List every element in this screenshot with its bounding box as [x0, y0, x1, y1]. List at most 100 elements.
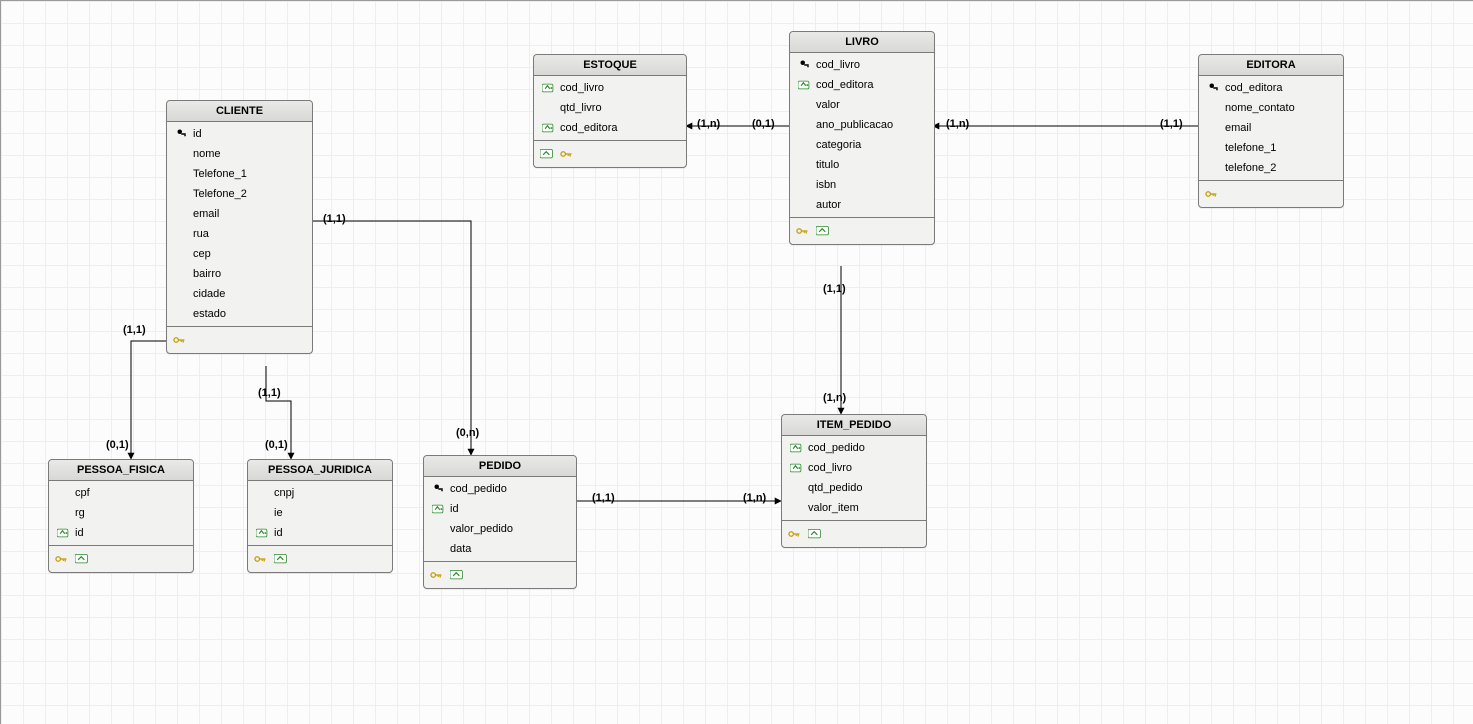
table-icon — [274, 552, 288, 566]
attribute-row[interactable]: ano_publicacao — [790, 115, 934, 135]
table-icon — [808, 527, 822, 541]
foreign-key-icon — [790, 461, 804, 475]
attribute-row[interactable]: email — [167, 204, 312, 224]
attribute-row[interactable]: cidade — [167, 284, 312, 304]
blank-icon — [256, 506, 270, 520]
blank-icon — [175, 247, 189, 261]
blank-icon — [175, 267, 189, 281]
attr-list: cpfrgid — [49, 481, 193, 545]
entity-pessoa-fisica[interactable]: PESSOA_FISICA cpfrgid — [48, 459, 194, 573]
attribute-label: cod_livro — [560, 81, 604, 95]
attribute-row[interactable]: cod_editora — [1199, 78, 1343, 98]
attr-list: cod_pedido cod_livroqtd_pedido valor_item — [782, 436, 926, 520]
attribute-label: email — [193, 207, 219, 221]
attribute-row[interactable]: cod_pedido — [424, 479, 576, 499]
attribute-row[interactable]: nome — [167, 144, 312, 164]
attribute-row[interactable]: Telefone_1 — [167, 164, 312, 184]
attribute-row[interactable]: id — [49, 523, 193, 543]
attribute-row[interactable]: categoria — [790, 135, 934, 155]
attribute-row[interactable]: rg — [49, 503, 193, 523]
attribute-label: telefone_1 — [1225, 141, 1276, 155]
attribute-row[interactable]: telefone_1 — [1199, 138, 1343, 158]
cardinality-label: (1,n) — [821, 392, 848, 404]
key-icon — [55, 552, 69, 566]
attribute-row[interactable]: bairro — [167, 264, 312, 284]
attribute-label: valor_pedido — [450, 522, 513, 536]
blank-icon — [798, 138, 812, 152]
key-icon — [1205, 187, 1219, 201]
attribute-row[interactable]: valor — [790, 95, 934, 115]
diagram-canvas[interactable]: CLIENTE idnomeTelefone_1Telefone_2emailr… — [0, 0, 1473, 724]
attribute-label: ie — [274, 506, 283, 520]
entity-cliente[interactable]: CLIENTE idnomeTelefone_1Telefone_2emailr… — [166, 100, 313, 354]
attribute-label: id — [193, 127, 202, 141]
attribute-label: cod_pedido — [808, 441, 865, 455]
attribute-label: id — [274, 526, 283, 540]
entity-footer — [1199, 180, 1343, 207]
blank-icon — [1207, 101, 1221, 115]
attribute-row[interactable]: cod_editora — [534, 118, 686, 138]
attribute-row[interactable]: nome_contato — [1199, 98, 1343, 118]
blank-icon — [790, 481, 804, 495]
attribute-label: cod_pedido — [450, 482, 507, 496]
blank-icon — [57, 506, 71, 520]
primary-key-icon — [798, 58, 812, 72]
attribute-row[interactable]: cod_livro — [534, 78, 686, 98]
cardinality-label: (1,n) — [944, 118, 971, 130]
attribute-row[interactable]: email — [1199, 118, 1343, 138]
cardinality-label: (1,1) — [321, 213, 348, 225]
attribute-label: titulo — [816, 158, 839, 172]
blank-icon — [175, 147, 189, 161]
attribute-row[interactable]: ie — [248, 503, 392, 523]
attribute-row[interactable]: qtd_pedido — [782, 478, 926, 498]
attribute-row[interactable]: cpf — [49, 483, 193, 503]
foreign-key-icon — [790, 441, 804, 455]
entity-estoque[interactable]: ESTOQUE cod_livro qtd_livro cod_editora — [533, 54, 687, 168]
attribute-row[interactable]: cep — [167, 244, 312, 264]
attribute-row[interactable]: titulo — [790, 155, 934, 175]
attribute-row[interactable]: rua — [167, 224, 312, 244]
attribute-row[interactable]: Telefone_2 — [167, 184, 312, 204]
attribute-row[interactable]: id — [167, 124, 312, 144]
blank-icon — [175, 307, 189, 321]
attribute-label: valor — [816, 98, 840, 112]
attribute-label: autor — [816, 198, 841, 212]
blank-icon — [542, 101, 556, 115]
attribute-row[interactable]: id — [424, 499, 576, 519]
attribute-row[interactable]: cnpj — [248, 483, 392, 503]
attribute-row[interactable]: cod_pedido — [782, 438, 926, 458]
primary-key-icon — [1207, 81, 1221, 95]
attribute-label: qtd_livro — [560, 101, 602, 115]
attribute-row[interactable]: id — [248, 523, 392, 543]
attribute-row[interactable]: cod_editora — [790, 75, 934, 95]
attribute-row[interactable]: qtd_livro — [534, 98, 686, 118]
entity-pedido[interactable]: PEDIDO cod_pedidoidvalor_pedidodata — [423, 455, 577, 589]
attribute-row[interactable]: cod_livro — [782, 458, 926, 478]
attribute-label: rua — [193, 227, 209, 241]
attribute-label: cod_editora — [1225, 81, 1283, 95]
attribute-row[interactable]: isbn — [790, 175, 934, 195]
attribute-row[interactable]: autor — [790, 195, 934, 215]
foreign-key-icon — [542, 81, 556, 95]
entity-editora[interactable]: EDITORA cod_editoranome_contatoemailtele… — [1198, 54, 1344, 208]
entity-pessoa-juridica[interactable]: PESSOA_JURIDICA cnpjieid — [247, 459, 393, 573]
attribute-row[interactable]: data — [424, 539, 576, 559]
entity-item-pedido[interactable]: ITEM_PEDIDO cod_pedidocod_livroqtd_pedid… — [781, 414, 927, 548]
attribute-row[interactable]: valor_item — [782, 498, 926, 518]
attribute-label: nome — [193, 147, 221, 161]
blank-icon — [175, 227, 189, 241]
entity-title: ESTOQUE — [534, 55, 686, 76]
attribute-row[interactable]: cod_livro — [790, 55, 934, 75]
attribute-row[interactable]: valor_pedido — [424, 519, 576, 539]
blank-icon — [1207, 161, 1221, 175]
attribute-label: valor_item — [808, 501, 859, 515]
key-icon — [788, 527, 802, 541]
attribute-row[interactable]: estado — [167, 304, 312, 324]
entity-footer — [167, 326, 312, 353]
attribute-row[interactable]: telefone_2 — [1199, 158, 1343, 178]
blank-icon — [432, 542, 446, 556]
blank-icon — [1207, 121, 1221, 135]
blank-icon — [798, 178, 812, 192]
cardinality-label: (1,1) — [256, 387, 283, 399]
entity-livro[interactable]: LIVRO cod_livrocod_editoravalorano_publi… — [789, 31, 935, 245]
